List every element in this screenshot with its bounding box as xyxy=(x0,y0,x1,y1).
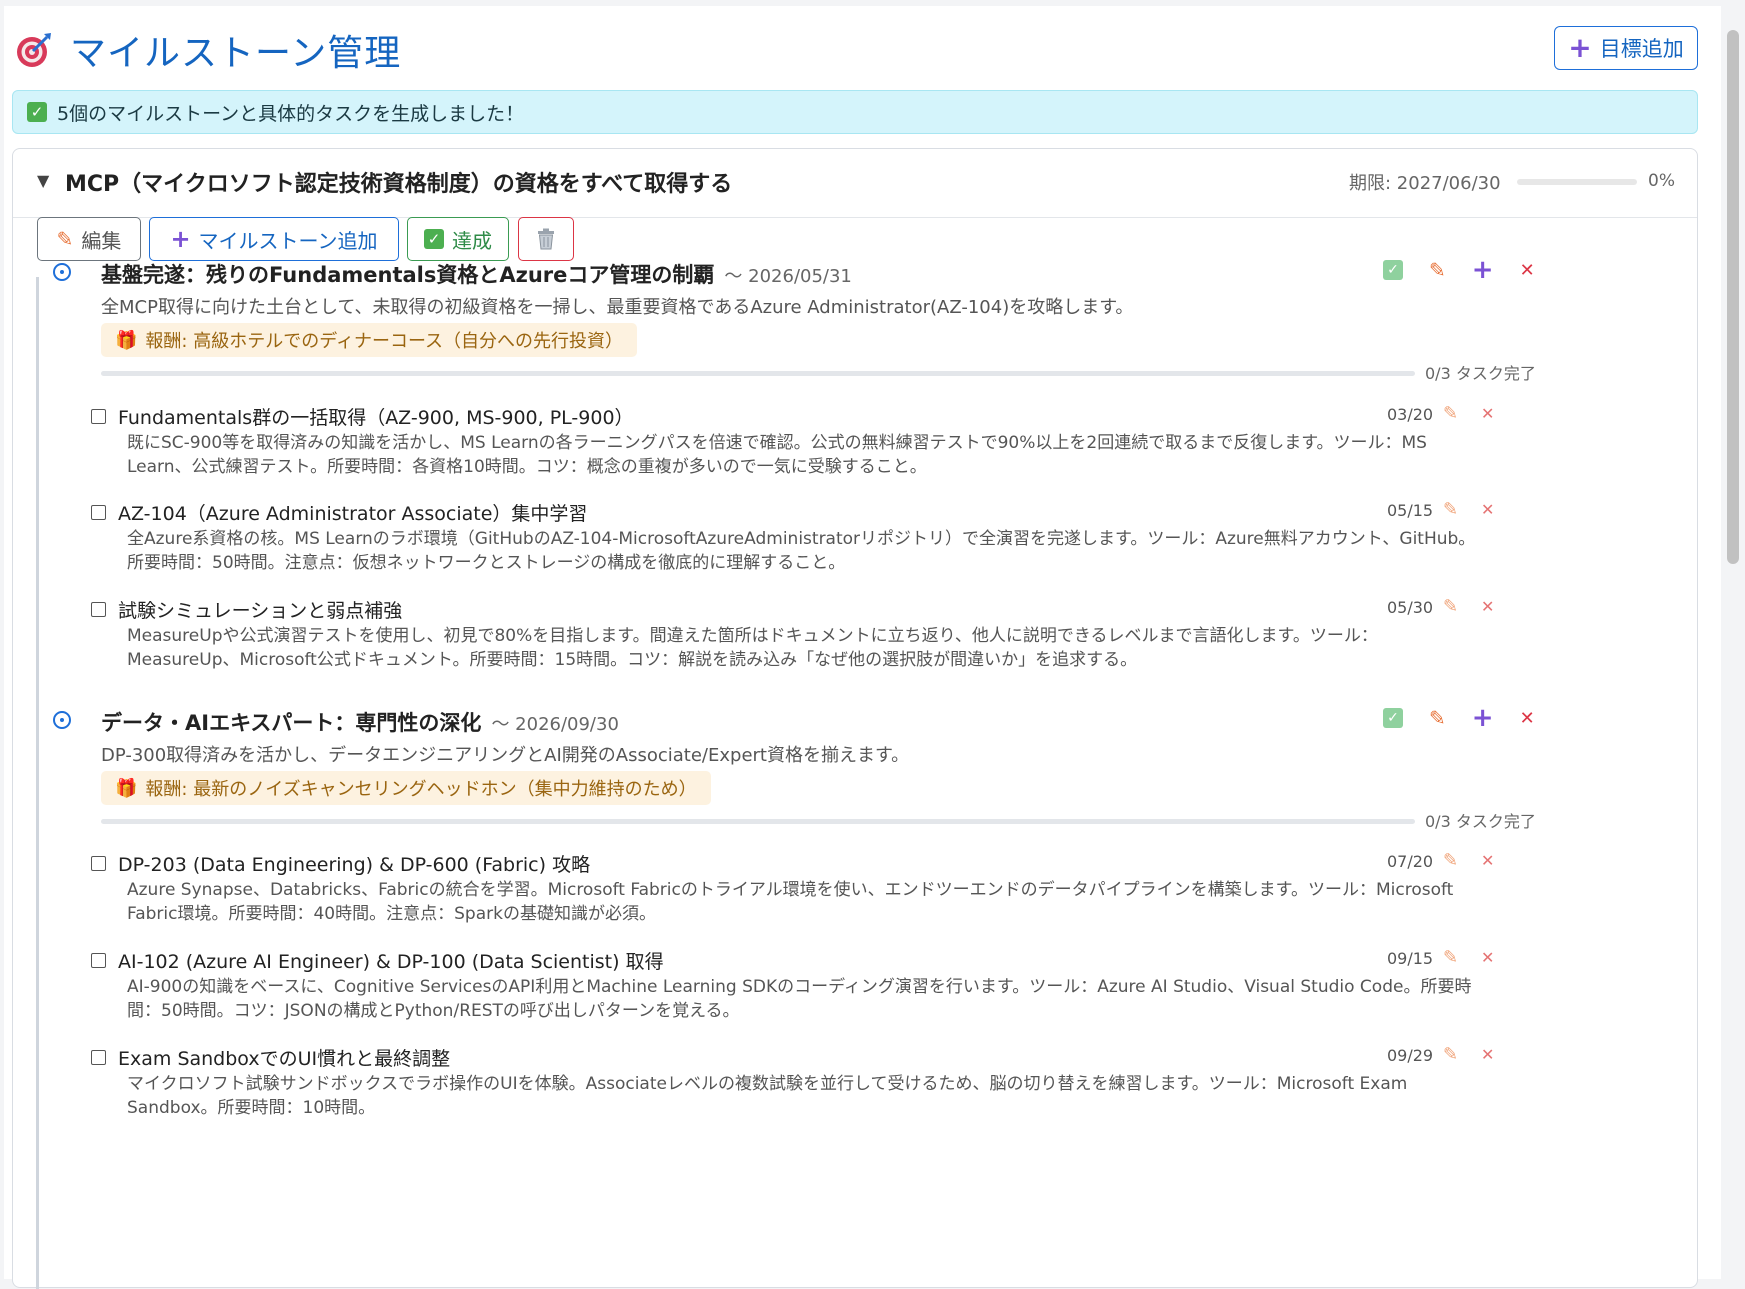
gift-icon: 🎁 xyxy=(115,329,138,351)
task-checkbox[interactable] xyxy=(91,602,106,617)
add-task-icon[interactable]: + xyxy=(1472,705,1494,731)
add-goal-button[interactable]: + 目標追加 xyxy=(1554,26,1698,70)
goal-progress-percent: 0% xyxy=(1648,171,1675,191)
edit-milestone-icon[interactable]: ✎ xyxy=(1429,706,1446,730)
task-checkbox[interactable] xyxy=(91,505,106,520)
add-milestone-button[interactable]: + マイルストーン追加 xyxy=(149,217,399,261)
milestone-description: DP-300取得済みを活かし、データエンジニアリングとAI開発のAssociat… xyxy=(101,745,910,766)
check-icon: ✓ xyxy=(27,102,47,122)
task-date: 09/29 xyxy=(1387,1046,1434,1065)
add-milestone-label: マイルストーン追加 xyxy=(198,228,378,253)
complete-milestone-icon[interactable]: ✓ xyxy=(1383,260,1403,280)
delete-milestone-icon[interactable]: ✕ xyxy=(1520,260,1535,281)
task-title: DP-203 (Data Engineering) & DP-600 (Fabr… xyxy=(118,854,591,876)
task-date: 03/20 xyxy=(1387,405,1434,424)
reward-text: 報酬: 高級ホテルでのディナーコース（自分への先行投資） xyxy=(145,331,624,352)
edit-task-icon[interactable]: ✎ xyxy=(1443,850,1458,871)
milestone-progress-bar xyxy=(101,819,1415,824)
milestone-reward: 🎁 報酬: 高級ホテルでのディナーコース（自分への先行投資） xyxy=(101,323,638,357)
task-description: Azure Synapse、Databricks、Fabricの統合を学習。Mi… xyxy=(127,880,1454,924)
goal-header[interactable]: ▼ MCP（マイクロソフト認定技術資格制度）の資格をすべて取得する 期限: 20… xyxy=(13,149,1697,218)
add-goal-label: 目標追加 xyxy=(1599,37,1684,61)
edit-task-icon[interactable]: ✎ xyxy=(1443,1044,1458,1065)
task-description: マイクロソフト試験サンドボックスでラボ操作のUIを体験。Associateレベル… xyxy=(127,1074,1408,1118)
delete-task-icon[interactable]: ✕ xyxy=(1481,597,1494,616)
task-description: 既にSC-900等を取得済みの知識を活かし、MS Learnの各ラーニングパスを… xyxy=(127,433,1427,477)
page: マイルストーン管理 + 目標追加 ✓ 5個のマイルストーンと具体的タスクを生成し… xyxy=(0,0,1745,1289)
complete-goal-button[interactable]: ✓ 達成 xyxy=(407,217,509,261)
edit-task-icon[interactable]: ✎ xyxy=(1443,596,1458,617)
pencil-icon: ✎ xyxy=(56,227,74,251)
milestone-title-text: 基盤完遂：残りのFundamentals資格とAzureコア管理の制覇 xyxy=(101,263,715,287)
scrollbar-thumb[interactable] xyxy=(1727,30,1739,564)
task-title: AI-102 (Azure AI Engineer) & DP-100 (Dat… xyxy=(118,951,664,973)
target-icon xyxy=(17,33,51,67)
add-task-icon[interactable]: + xyxy=(1472,257,1494,283)
task-date: 07/20 xyxy=(1387,852,1434,871)
plus-icon: + xyxy=(1568,31,1592,64)
delete-task-icon[interactable]: ✕ xyxy=(1481,500,1494,519)
task-description: MeasureUpや公式演習テストを使用し、初見で80%を目指します。間違えた箇… xyxy=(127,626,1378,670)
milestone-actions: ✓ ✎ + ✕ xyxy=(1383,257,1535,283)
alert-text: 5個のマイルストーンと具体的タスクを生成しました！ xyxy=(57,102,525,125)
check-icon: ✓ xyxy=(424,229,444,249)
collapse-caret-icon[interactable]: ▼ xyxy=(37,171,49,190)
milestone-progress-text: 0/3 タスク完了 xyxy=(1425,812,1536,831)
delete-task-icon[interactable]: ✕ xyxy=(1481,404,1494,423)
milestone-progress-bar xyxy=(101,371,1415,376)
milestone-progress-text: 0/3 タスク完了 xyxy=(1425,364,1536,383)
milestone-status-icon xyxy=(53,263,71,281)
task-date: 05/15 xyxy=(1387,501,1434,520)
milestone-due: ～ 2026/05/31 xyxy=(724,266,852,287)
milestone-title: データ・AIエキスパート：専門性の深化 ～ 2026/09/30 xyxy=(101,707,619,737)
task-title: Exam SandboxでのUI慣れと最終調整 xyxy=(118,1048,451,1070)
done-label: 達成 xyxy=(452,228,492,253)
task-description: AI-900の知識をベースに、Cognitive ServicesのAPI利用と… xyxy=(127,977,1472,1021)
edit-task-icon[interactable]: ✎ xyxy=(1443,403,1458,424)
edit-task-icon[interactable]: ✎ xyxy=(1443,947,1458,968)
milestone-timeline-line xyxy=(36,277,39,1289)
edit-milestone-icon[interactable]: ✎ xyxy=(1429,258,1446,282)
goal-progress-bar xyxy=(1517,179,1637,185)
trash-icon xyxy=(538,228,554,250)
task-date: 05/30 xyxy=(1387,598,1434,617)
edit-label: 編集 xyxy=(81,228,122,253)
plus-icon: + xyxy=(170,225,191,253)
milestone-reward: 🎁 報酬: 最新のノイズキャンセリングヘッドホン（集中力維持のため） xyxy=(101,771,711,805)
complete-milestone-icon[interactable]: ✓ xyxy=(1383,708,1403,728)
success-alert: ✓ 5個のマイルストーンと具体的タスクを生成しました！ xyxy=(12,90,1698,134)
milestone-title-text: データ・AIエキスパート：専門性の深化 xyxy=(101,711,482,735)
milestone-title: 基盤完遂：残りのFundamentals資格とAzureコア管理の制覇 ～ 202… xyxy=(101,259,852,289)
milestone-description: 全MCP取得に向けた土台として、未取得の初級資格を一掃し、最重要資格であるAzu… xyxy=(101,297,1134,318)
page-title: マイルストーン管理 xyxy=(70,33,402,74)
task-checkbox[interactable] xyxy=(91,1050,106,1065)
edit-task-icon[interactable]: ✎ xyxy=(1443,499,1458,520)
task-checkbox[interactable] xyxy=(91,953,106,968)
milestone-due: ～ 2026/09/30 xyxy=(491,714,619,735)
milestone-status-icon xyxy=(53,711,71,729)
gift-icon: 🎁 xyxy=(115,777,138,799)
milestone-actions: ✓ ✎ + ✕ xyxy=(1383,705,1535,731)
task-checkbox[interactable] xyxy=(91,409,106,424)
goal-title: MCP（マイクロソフト認定技術資格制度）の資格をすべて取得する xyxy=(65,172,733,197)
edit-goal-button[interactable]: ✎ 編集 xyxy=(37,217,141,261)
reward-text: 報酬: 最新のノイズキャンセリングヘッドホン（集中力維持のため） xyxy=(145,779,697,800)
delete-task-icon[interactable]: ✕ xyxy=(1481,948,1494,967)
task-checkbox[interactable] xyxy=(91,856,106,871)
task-title: 試験シミュレーションと弱点補強 xyxy=(118,600,403,622)
delete-goal-button[interactable] xyxy=(518,217,574,261)
delete-task-icon[interactable]: ✕ xyxy=(1481,1045,1494,1064)
goal-deadline: 期限: 2027/06/30 xyxy=(1349,173,1501,194)
task-description: 全Azure系資格の核。MS Learnのラボ環境（GitHubのAZ-104-… xyxy=(127,529,1476,573)
delete-milestone-icon[interactable]: ✕ xyxy=(1520,708,1535,729)
delete-task-icon[interactable]: ✕ xyxy=(1481,851,1494,870)
task-title: Fundamentals群の一括取得（AZ-900, MS-900, PL-90… xyxy=(118,407,634,429)
task-date: 09/15 xyxy=(1387,949,1434,968)
task-title: AZ-104（Azure Administrator Associate）集中学… xyxy=(118,503,588,525)
goal-card: ▼ MCP（マイクロソフト認定技術資格制度）の資格をすべて取得する 期限: 20… xyxy=(12,148,1698,1289)
